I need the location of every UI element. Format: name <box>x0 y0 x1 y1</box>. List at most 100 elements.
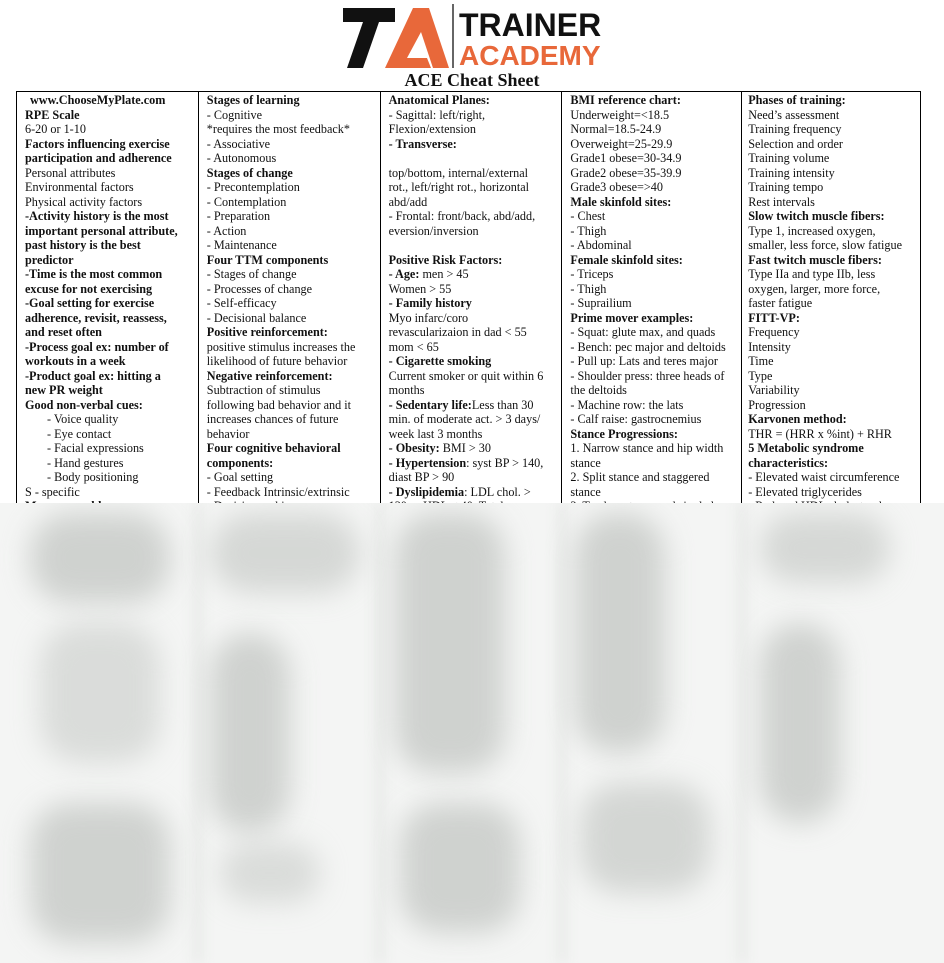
section-heading: Karvonen method: <box>748 412 847 426</box>
text-line: 6-20 or 1-10 <box>25 122 86 136</box>
section-heading: Negative reinforcement: <box>206 368 333 383</box>
text-line: Overweight=25-29.9 <box>570 136 673 151</box>
inline-label: - Obesity: <box>388 441 440 455</box>
text-line: - Hand gestures <box>47 455 124 470</box>
text-line: - Obesity: BMI > 30 <box>389 441 562 456</box>
text-line: - Associative <box>206 136 271 151</box>
text-line: Normal=18.5-24.9 <box>570 122 662 136</box>
section-heading: Stages of change <box>206 165 293 180</box>
text-line: top/bottom, internal/external <box>388 165 529 180</box>
text-line: Training intensity <box>748 165 835 180</box>
text-line: *requires the most feedback* <box>206 122 350 136</box>
text-line: - Processes of change <box>206 281 313 296</box>
section-heading: workouts in a week <box>25 354 126 368</box>
text-line: likelihood of future behavior <box>206 354 348 368</box>
text-line: Progression <box>748 397 806 412</box>
section-heading: -Activity history is the most <box>25 209 169 223</box>
text-line: increases chances of future <box>206 412 339 426</box>
text-line: the deltoids <box>570 383 627 397</box>
document-title: ACE Cheat Sheet <box>404 70 540 90</box>
text-line: Grade1 obese=30-34.9 <box>570 151 682 165</box>
text-line: - Feedback Intrinsic/extrinsic <box>206 484 350 499</box>
section-heading: Fast twitch muscle fibers: <box>748 252 882 267</box>
text-line: stance <box>570 484 601 499</box>
section-heading: Prime mover examples: <box>570 310 694 325</box>
section-heading: characteristics: <box>748 455 829 470</box>
text-line: Training tempo <box>748 180 824 194</box>
inline-value: : syst BP > 140, <box>466 455 544 470</box>
text-line: Grade2 obese=35-39.9 <box>570 165 682 180</box>
text-line: - Body positioning <box>47 470 139 484</box>
text-line: Type <box>748 368 773 383</box>
section-heading: Female skinfold sites: <box>570 252 683 267</box>
text-line: - Cognitive <box>206 107 262 122</box>
section-heading: 5 Metabolic syndrome <box>748 441 864 455</box>
inline-value: : LDL chol. > <box>464 484 531 499</box>
trainer-academy-logo: TRAINER ACADEMY <box>343 2 607 70</box>
text-line: - Facial expressions <box>47 441 144 455</box>
inline-label: - Age: <box>388 267 420 281</box>
section-heading: -Time is the most common <box>25 267 163 281</box>
text-line: - Thigh <box>570 223 607 238</box>
inline-value: men > 45 <box>419 267 469 281</box>
section-heading: and reset often <box>25 325 102 339</box>
logo-t-shape <box>343 8 395 68</box>
logo-word-academy: ACADEMY <box>459 40 601 70</box>
text-line: following bad behavior and it <box>206 397 351 412</box>
section-heading: adherence, revisit, reassess, <box>25 310 167 325</box>
section-heading: Anatomical Planes: <box>388 93 490 107</box>
text-line: positive stimulus increases the <box>206 339 356 354</box>
text-line: week last 3 months <box>388 426 483 441</box>
text-line: - Suprailium <box>570 296 632 310</box>
section-heading: Stages of learning <box>206 93 300 107</box>
section-heading: Stance Progressions: <box>570 426 678 441</box>
text-line: faster fatigue <box>748 296 813 310</box>
text-line: abd/add <box>388 194 428 209</box>
blurred-content-overlay <box>0 503 944 963</box>
section-heading: -Goal setting for exercise <box>25 296 155 310</box>
text-line: Underweight=<18.5 <box>570 107 670 122</box>
text-line: stance <box>570 455 601 470</box>
text-line: Environmental factors <box>25 180 134 194</box>
section-heading: - Transverse: <box>388 136 457 151</box>
text-line: - Chest <box>570 209 606 223</box>
section-heading: components: <box>206 455 274 470</box>
section-heading: Factors influencing exercise <box>25 136 170 151</box>
text-line: Women > 55 <box>388 281 452 296</box>
text-line: Time <box>748 354 774 368</box>
text-line: Grade3 obese=>40 <box>570 180 663 194</box>
text-line: Subtraction of stimulus <box>206 383 321 397</box>
section-heading: BMI reference chart: <box>570 93 681 107</box>
text-line: - Machine row: the lats <box>570 397 684 412</box>
text-line: - Sagittal: left/right, <box>388 107 486 122</box>
text-line: - Pull up: Lats and teres major <box>570 354 718 368</box>
text-line: Current smoker or quit within 6 <box>388 368 544 383</box>
text-line: Personal attributes <box>25 165 116 180</box>
text-line: Frequency <box>748 325 800 339</box>
text-line: Type IIa and type IIb, less <box>748 267 876 281</box>
text-line: rot., left/right rot., horizontal <box>388 180 530 194</box>
text-line: Rest intervals <box>748 194 815 209</box>
text-line: - Goal setting <box>206 470 274 484</box>
text-line: - Precontemplation <box>206 180 300 194</box>
text-line: Myo infarc/coro <box>388 310 469 325</box>
text-line: - Age: men > 45 <box>389 267 562 282</box>
text-line: - Dyslipidemia: LDL chol. > <box>389 485 562 500</box>
section-heading: participation and adherence <box>25 151 172 165</box>
section-heading: Phases of training: <box>748 93 846 107</box>
section-heading: -Product goal ex: hitting a <box>25 368 161 383</box>
inline-label: - Sedentary life: <box>388 397 472 412</box>
section-heading: important personal attribute, <box>25 223 178 238</box>
text-line: - Thigh <box>570 281 607 296</box>
text-line: - Bench: pec major and deltoids <box>570 339 726 354</box>
text-line: - Contemplation <box>206 194 287 209</box>
section-heading: new PR weight <box>25 383 103 397</box>
inline-value: Less than 30 <box>471 397 534 412</box>
text-line: eversion/inversion <box>388 223 479 238</box>
text-line: - Maintenance <box>206 238 277 252</box>
text-line: revascularizaion in dad < 55 <box>388 325 527 339</box>
text-line: 2. Split stance and staggered <box>570 470 710 484</box>
text-line: Variability <box>748 383 800 397</box>
logo-word-trainer: TRAINER <box>459 7 601 43</box>
